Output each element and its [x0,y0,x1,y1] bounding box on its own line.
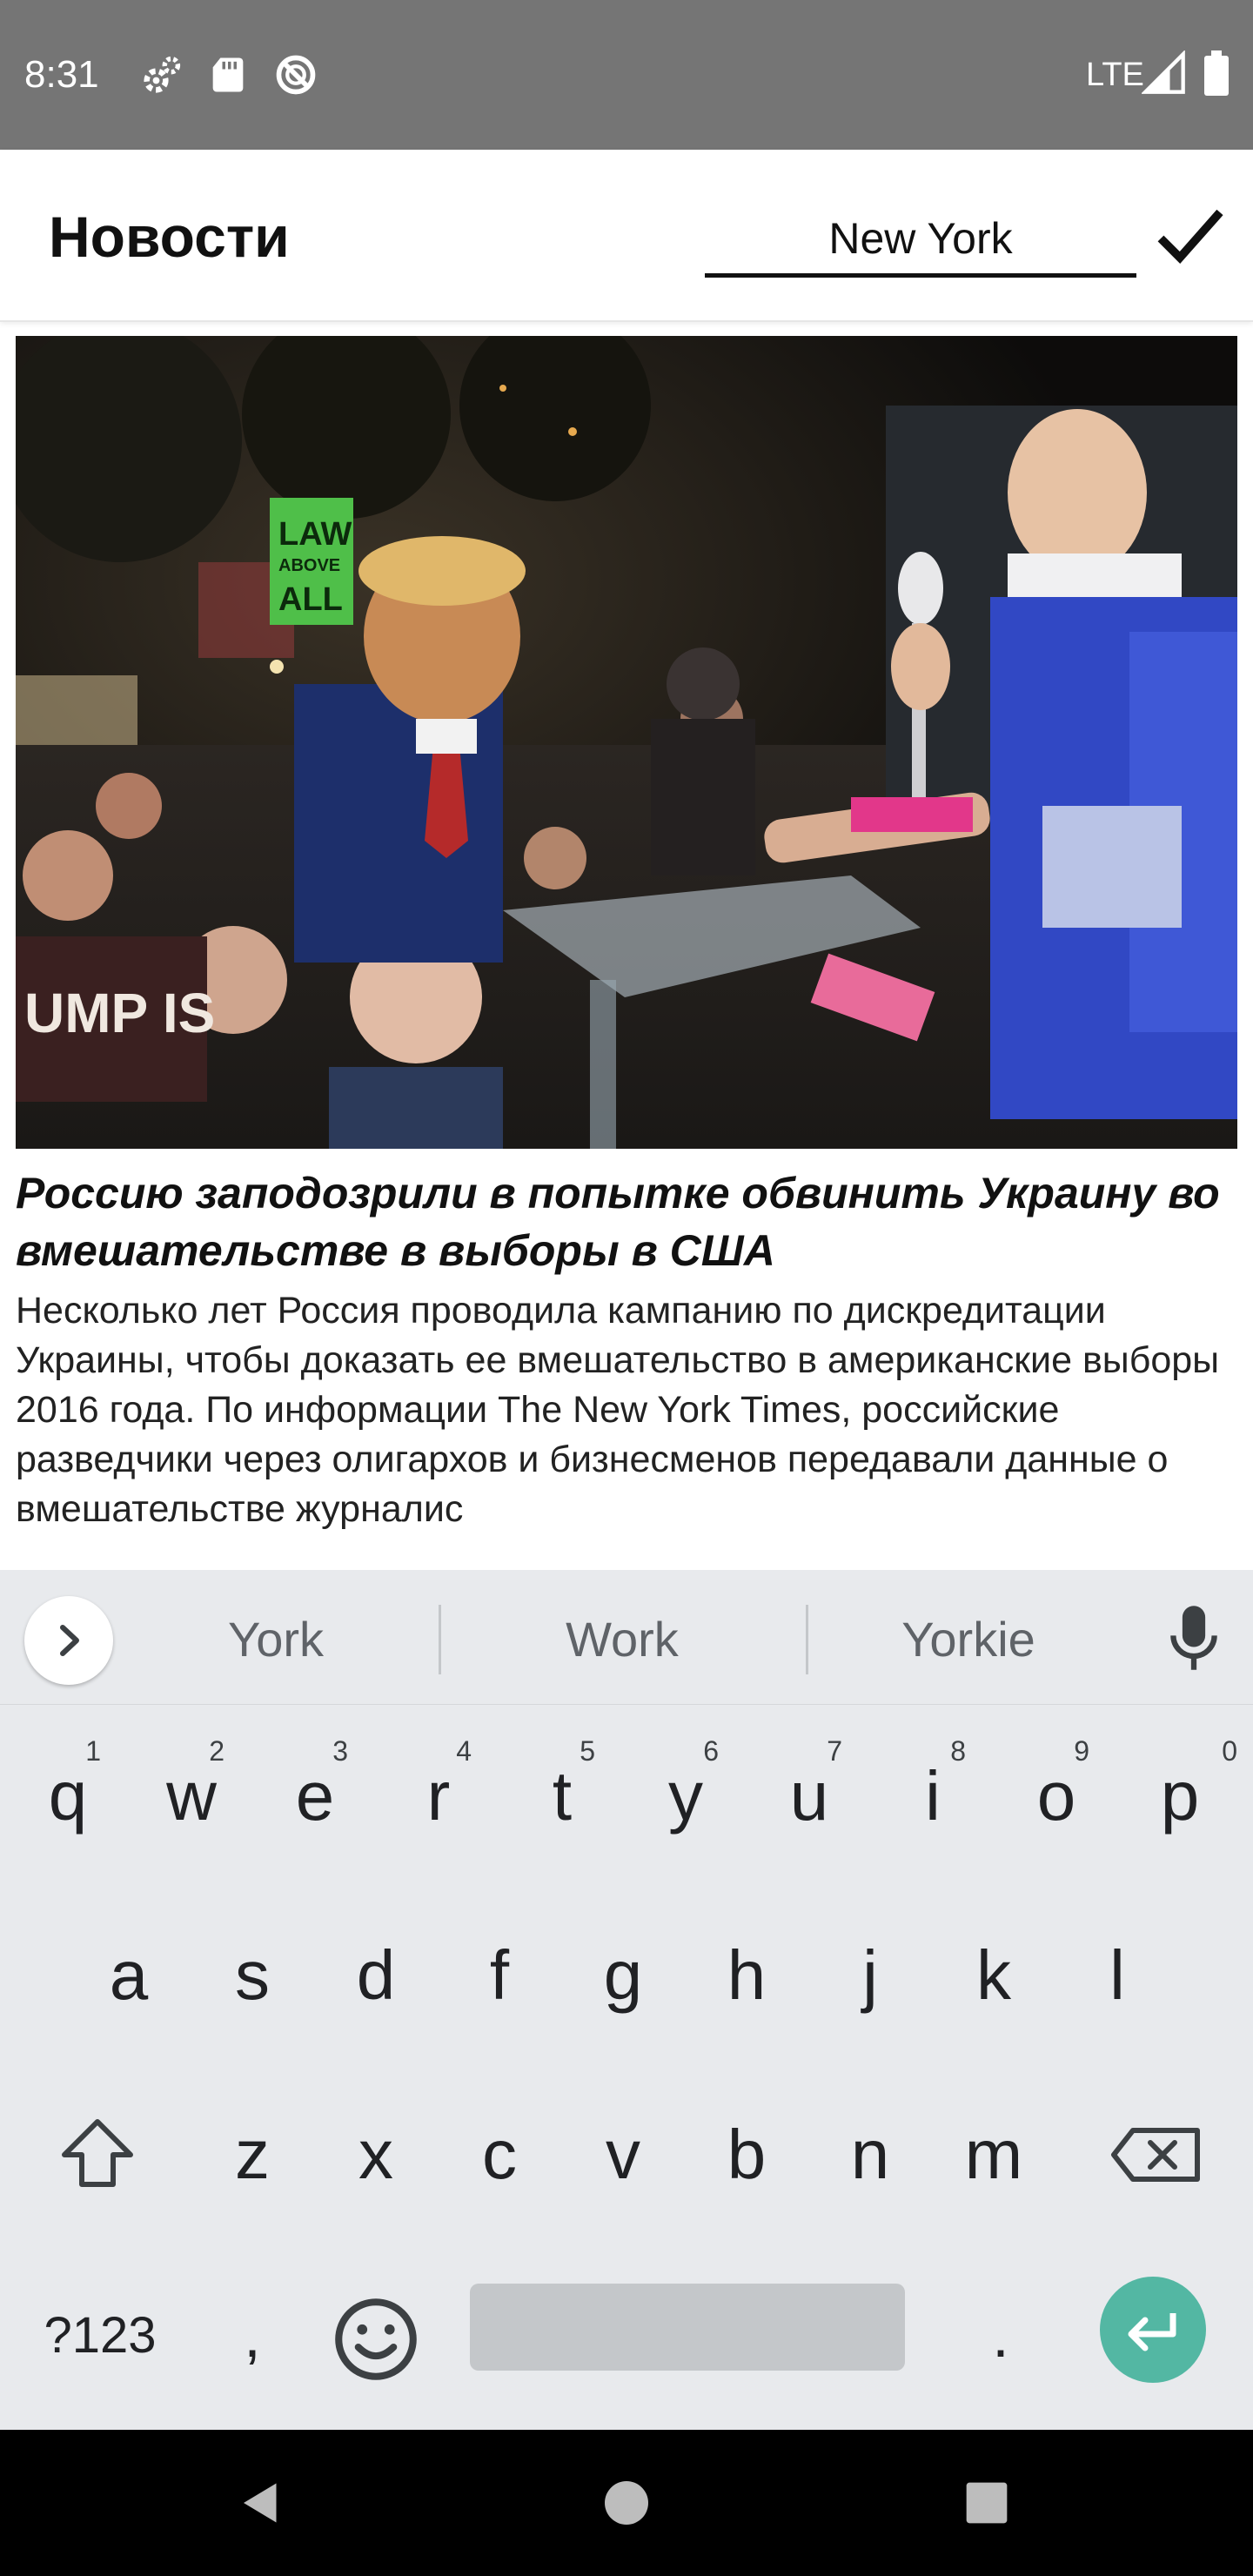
key-hint: 5 [580,1735,595,1767]
suggestion-divider [439,1605,441,1674]
key-hint: 0 [1222,1735,1237,1767]
enter-button[interactable] [1100,2277,1206,2383]
key-label: y [668,1757,703,1835]
news-photo: UMP IS LAW ABOVE ALL [16,336,1237,1149]
suggestion-bar: York Work Yorkie [0,1570,1253,1705]
key-i[interactable]: i8 [872,1709,994,1883]
enter-arrow-icon [1128,2313,1176,2351]
key-hint: 6 [703,1735,719,1767]
key-s[interactable]: s [191,1888,313,2063]
key-hint: 8 [950,1735,966,1767]
emoji-icon[interactable] [329,2292,423,2386]
key-hint: 1 [85,1735,101,1767]
do-not-disturb-icon [276,55,316,95]
key-x[interactable]: x [315,2068,437,2242]
key-label: r [426,1757,451,1835]
status-time: 8:31 [24,53,99,96]
key-c[interactable]: c [439,2068,560,2242]
key-label: e [295,1757,335,1835]
key-n[interactable]: n [809,2068,931,2242]
back-icon[interactable] [235,2477,287,2529]
key-l[interactable]: l [1056,1888,1178,2063]
suggestion-2[interactable]: Work [508,1605,736,1674]
sd-card-icon [212,57,244,92]
checkmark-icon[interactable] [1149,195,1232,278]
suggestion-divider [806,1605,808,1674]
key-hint: 3 [332,1735,348,1767]
svg-text:ALL: ALL [278,581,343,618]
app-bar: Новости [0,150,1253,322]
key-hint: 7 [827,1735,842,1767]
suggestion-1[interactable]: York [162,1605,390,1674]
svg-text:LAW: LAW [278,516,352,553]
key-h[interactable]: h [686,1888,807,2063]
key-j[interactable]: j [809,1888,931,2063]
key-k[interactable]: k [933,1888,1055,2063]
key-v[interactable]: v [562,2068,684,2242]
key-g[interactable]: g [562,1888,684,2063]
key-r[interactable]: r4 [378,1709,499,1883]
period-key[interactable]: . [948,2249,1053,2423]
key-b[interactable]: b [686,2068,807,2242]
microphone-icon[interactable] [1166,1601,1222,1674]
key-z[interactable]: z [191,2068,313,2242]
key-m[interactable]: m [933,2068,1055,2242]
key-p[interactable]: p0 [1119,1709,1241,1883]
key-o[interactable]: o9 [995,1709,1117,1883]
key-u[interactable]: u7 [748,1709,870,1883]
comma-key[interactable]: , [200,2249,305,2423]
article-image[interactable]: UMP IS LAW ABOVE ALL [16,336,1237,1149]
symbols-key[interactable]: ?123 [17,2249,183,2423]
key-y[interactable]: y6 [625,1709,747,1883]
suggestion-3[interactable]: Yorkie [854,1605,1082,1674]
home-icon[interactable] [600,2477,653,2529]
space-key[interactable] [470,2284,905,2371]
article-body: Несколько лет Россия проводила кампанию … [16,1290,1220,1530]
signal-icon [1142,50,1185,94]
key-f[interactable]: f [439,1888,560,2063]
expand-toolbar-button[interactable] [24,1596,113,1685]
key-label: q [48,1757,88,1835]
key-a[interactable]: a [68,1888,190,2063]
key-d[interactable]: d [315,1888,437,2063]
soft-keyboard: York Work Yorkie q1 w2 e3 r4 t5 y6 u7 i8… [0,1570,1253,2430]
key-hint: 4 [456,1735,472,1767]
key-q[interactable]: q1 [7,1709,129,1883]
location-search-input[interactable] [705,204,1136,278]
svg-text:ABOVE: ABOVE [278,556,340,575]
navigation-bar [0,2430,1253,2576]
key-w[interactable]: w2 [131,1709,252,1883]
settings-gear-icon [144,56,181,93]
battery-icon [1204,50,1229,96]
article-title[interactable]: Россию заподозрили в попытке обвинить Ук… [16,1164,1237,1279]
page-title: Новости [49,205,290,269]
key-label: u [789,1757,829,1835]
shift-icon[interactable] [37,2068,158,2242]
key-label: w [166,1757,217,1835]
recents-icon[interactable] [962,2479,1011,2527]
chevron-right-icon [60,1625,79,1656]
key-e[interactable]: e3 [254,1709,376,1883]
network-type-label: LTE [1086,57,1144,93]
key-label: p [1160,1757,1200,1835]
status-bar: 8:31 LTE [0,0,1253,150]
key-hint: 2 [209,1735,224,1767]
backspace-icon[interactable] [1095,2068,1216,2242]
key-label: o [1036,1757,1076,1835]
key-t[interactable]: t5 [501,1709,623,1883]
key-hint: 9 [1074,1735,1089,1767]
svg-text:UMP IS: UMP IS [24,982,215,1044]
key-label: t [552,1757,573,1835]
key-label: i [925,1757,941,1835]
